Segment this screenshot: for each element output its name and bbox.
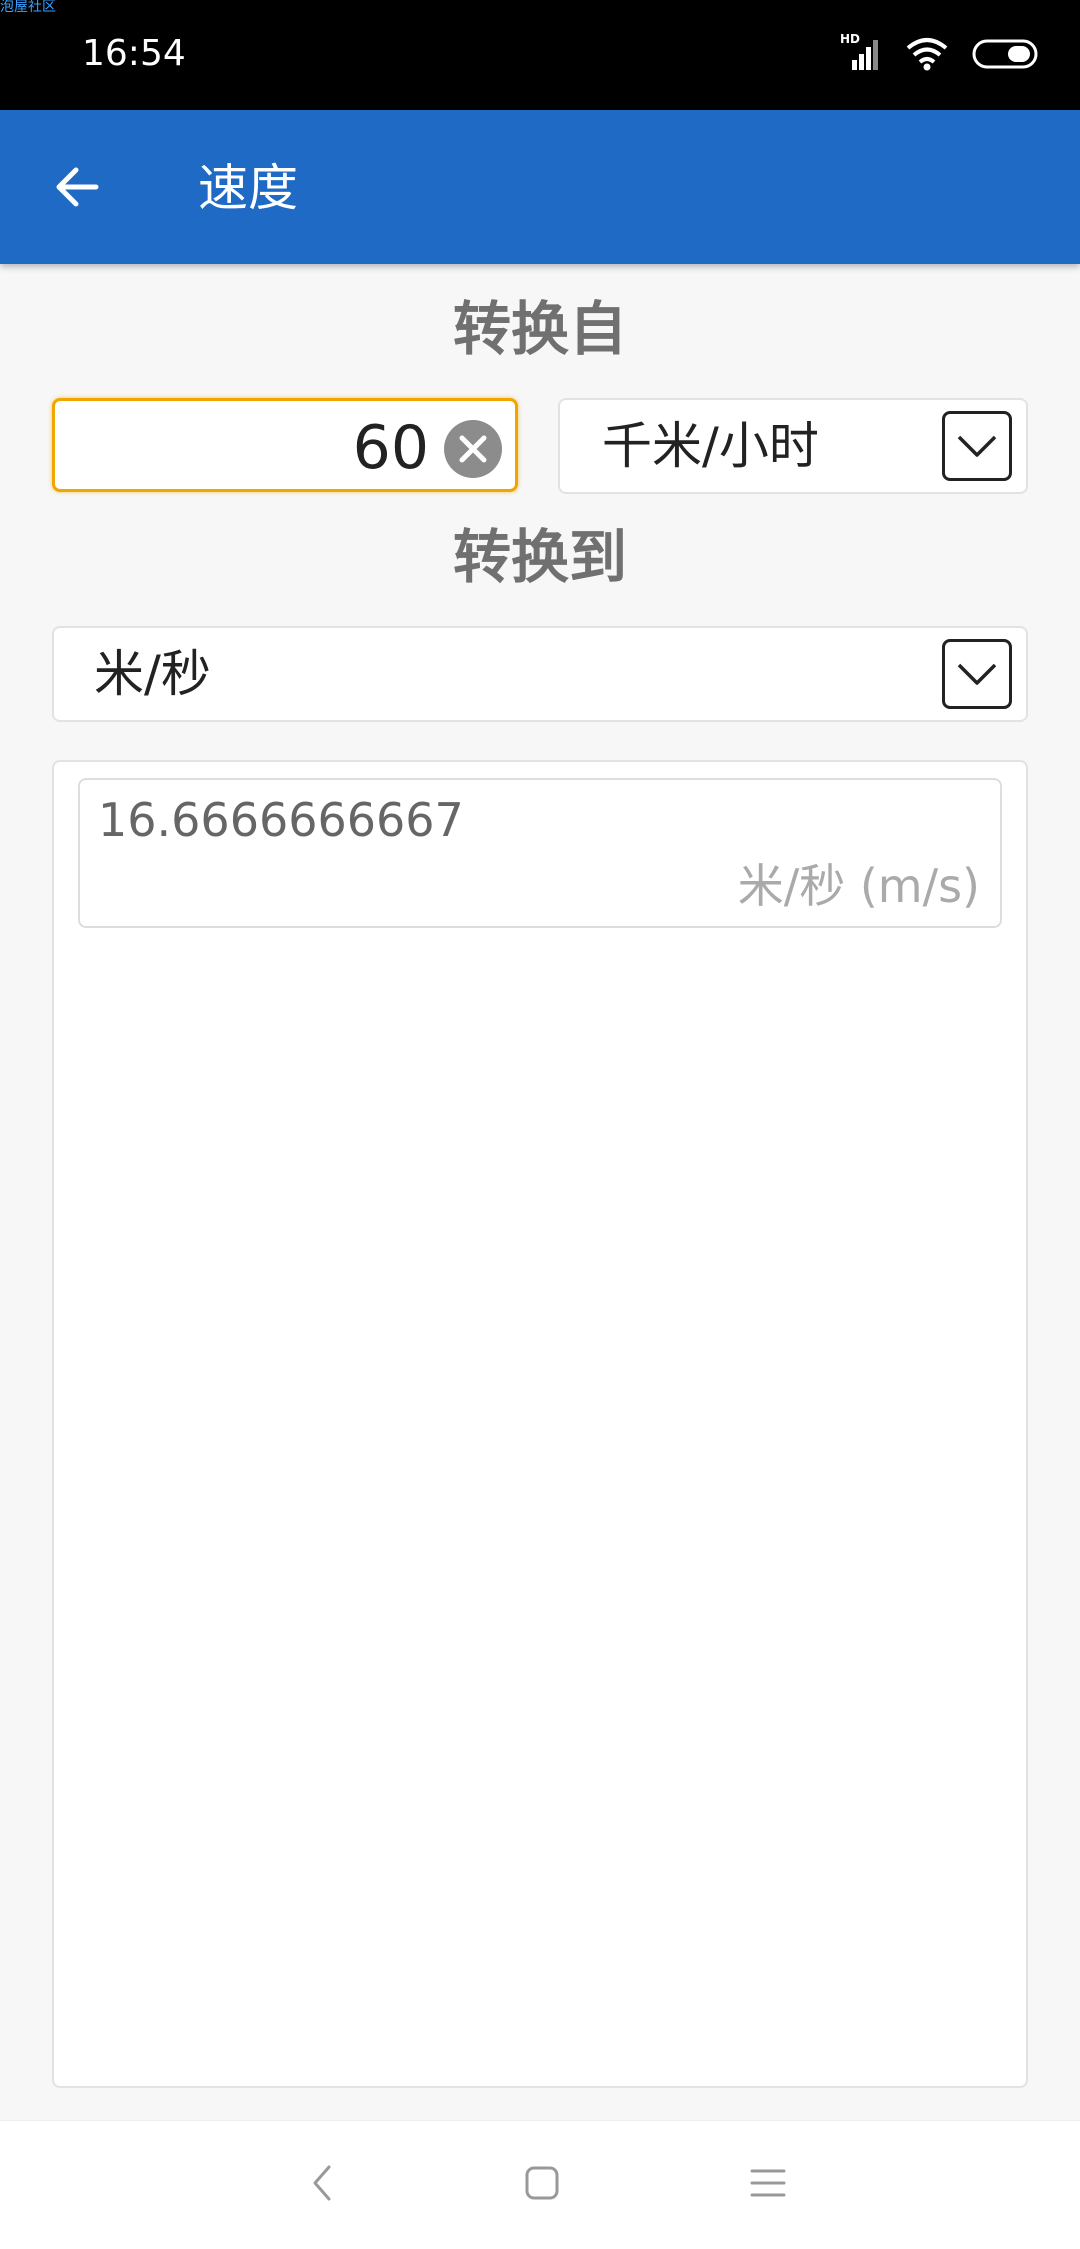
system-nav-bar	[0, 2120, 1080, 2249]
chevron-down-icon	[957, 435, 997, 457]
nav-menu-icon	[750, 2169, 786, 2197]
convert-to-label: 转换到	[452, 523, 627, 591]
status-bar: 泡屋社区 16:54 HD	[0, 0, 1080, 110]
wifi-icon	[906, 38, 948, 71]
status-time: 16:54	[82, 33, 186, 74]
app-bar: 速度	[0, 110, 1080, 264]
result-card: 16.6666666667 米/秒 (m/s)	[78, 778, 1002, 928]
status-icons: HD	[840, 32, 1040, 74]
watermark-text: 泡屋社区	[0, 0, 56, 15]
result-unit: 米/秒 (m/s)	[737, 859, 980, 913]
from-unit-dropdown-button[interactable]	[942, 411, 1012, 481]
result-value: 16.6666666667	[98, 793, 464, 847]
back-button[interactable]	[40, 150, 114, 224]
to-unit-select[interactable]: 米/秒	[52, 626, 1028, 722]
arrow-back-icon	[56, 167, 99, 207]
page-title: 速度	[198, 159, 298, 217]
chevron-down-icon	[957, 663, 997, 685]
input-value[interactable]: 60	[353, 415, 429, 481]
value-input[interactable]: 60	[52, 398, 518, 492]
nav-home-button[interactable]	[510, 2151, 574, 2215]
convert-from-label: 转换自	[452, 295, 627, 363]
results-panel: 16.6666666667 米/秒 (m/s)	[52, 760, 1028, 2088]
from-unit-select[interactable]: 千米/小时	[558, 398, 1028, 494]
nav-back-icon	[313, 2165, 331, 2201]
nav-back-button[interactable]	[290, 2151, 354, 2215]
nav-menu-button[interactable]	[736, 2151, 800, 2215]
to-unit-value: 米/秒	[94, 645, 211, 703]
hd-label: HD	[840, 32, 861, 46]
signal-icon: HD	[840, 32, 882, 72]
battery-icon	[972, 39, 1038, 69]
from-unit-value: 千米/小时	[602, 417, 819, 475]
nav-home-icon	[525, 2166, 559, 2200]
clear-icon[interactable]	[443, 419, 503, 479]
to-unit-dropdown-button[interactable]	[942, 639, 1012, 709]
